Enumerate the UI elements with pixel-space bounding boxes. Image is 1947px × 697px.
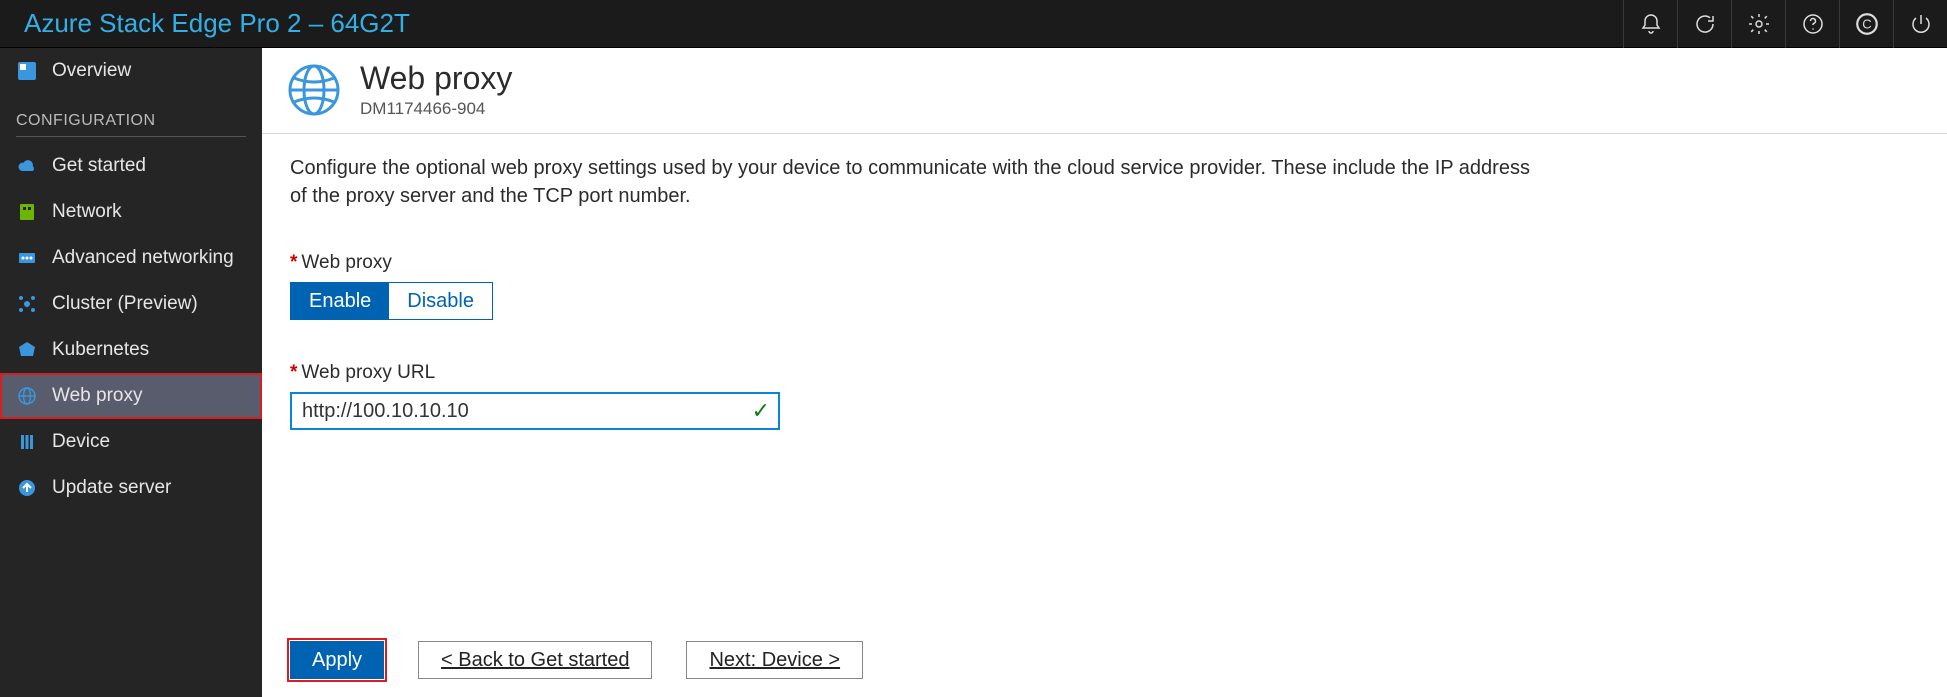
sidebar-item-get-started[interactable]: Get started xyxy=(0,143,262,189)
device-icon xyxy=(16,431,38,453)
cloud-icon xyxy=(16,155,38,177)
back-button[interactable]: < Back to Get started xyxy=(418,641,652,679)
copyright-icon[interactable]: C xyxy=(1839,0,1893,48)
check-icon: ✓ xyxy=(752,398,770,424)
page-footer: Apply < Back to Get started Next: Device… xyxy=(262,627,1947,697)
sidebar-item-device[interactable]: Device xyxy=(0,419,262,465)
sidebar-item-label: Get started xyxy=(52,155,146,177)
sidebar-item-label: Web proxy xyxy=(52,385,142,407)
sidebar-item-advanced-networking[interactable]: Advanced networking xyxy=(0,235,262,281)
toggle-enable[interactable]: Enable xyxy=(291,283,389,319)
next-button[interactable]: Next: Device > xyxy=(686,641,863,679)
page-subtitle: DM1174466-904 xyxy=(360,99,512,119)
page-body: Configure the optional web proxy setting… xyxy=(262,134,1947,627)
sidebar-item-network[interactable]: Network xyxy=(0,189,262,235)
sidebar-item-kubernetes[interactable]: Kubernetes xyxy=(0,327,262,373)
sidebar-item-overview[interactable]: Overview xyxy=(0,48,262,94)
topbar-icon-group: C xyxy=(1623,0,1947,48)
field-web-proxy-toggle: *Web proxy Enable Disable xyxy=(290,252,1919,320)
svg-text:C: C xyxy=(1862,16,1871,31)
update-icon xyxy=(16,477,38,499)
globe-icon xyxy=(16,385,38,407)
top-bar: Azure Stack Edge Pro 2 – 64G2T C xyxy=(0,0,1947,48)
power-icon[interactable] xyxy=(1893,0,1947,48)
sidebar-item-label: Advanced networking xyxy=(52,247,234,269)
overview-icon xyxy=(16,60,38,82)
notifications-icon[interactable] xyxy=(1623,0,1677,48)
sidebar-section-divider xyxy=(16,136,246,137)
sidebar-item-web-proxy[interactable]: Web proxy xyxy=(0,373,262,419)
web-proxy-url-label: *Web proxy URL xyxy=(290,362,1919,384)
advanced-networking-icon xyxy=(16,247,38,269)
kubernetes-icon xyxy=(16,339,38,361)
required-star: * xyxy=(290,362,297,383)
page-globe-icon xyxy=(286,62,342,118)
page-description: Configure the optional web proxy setting… xyxy=(290,154,1550,210)
page-header: Web proxy DM1174466-904 xyxy=(262,48,1947,134)
help-icon[interactable] xyxy=(1785,0,1839,48)
network-icon xyxy=(16,201,38,223)
settings-icon[interactable] xyxy=(1731,0,1785,48)
required-star: * xyxy=(290,252,297,273)
web-proxy-label: *Web proxy xyxy=(290,252,1919,274)
web-proxy-url-input[interactable] xyxy=(290,392,780,430)
web-proxy-toggle: Enable Disable xyxy=(290,282,493,320)
refresh-icon[interactable] xyxy=(1677,0,1731,48)
cluster-icon xyxy=(16,293,38,315)
toggle-disable[interactable]: Disable xyxy=(389,283,492,319)
sidebar-item-label: Kubernetes xyxy=(52,339,149,361)
sidebar-item-label: Network xyxy=(52,201,122,223)
sidebar-item-cluster[interactable]: Cluster (Preview) xyxy=(0,281,262,327)
sidebar-item-label: Cluster (Preview) xyxy=(52,293,198,315)
sidebar-item-label: Update server xyxy=(52,477,171,499)
app-title: Azure Stack Edge Pro 2 – 64G2T xyxy=(0,8,410,39)
sidebar: Overview CONFIGURATION Get started Netwo… xyxy=(0,48,262,697)
field-web-proxy-url: *Web proxy URL ✓ xyxy=(290,362,1919,430)
main-panel: Web proxy DM1174466-904 Configure the op… xyxy=(262,48,1947,697)
apply-button[interactable]: Apply xyxy=(290,641,384,679)
sidebar-section-label: CONFIGURATION xyxy=(0,94,262,136)
page-title: Web proxy xyxy=(360,60,512,97)
sidebar-item-label: Overview xyxy=(52,60,131,82)
sidebar-item-label: Device xyxy=(52,431,110,453)
sidebar-item-update-server[interactable]: Update server xyxy=(0,465,262,511)
